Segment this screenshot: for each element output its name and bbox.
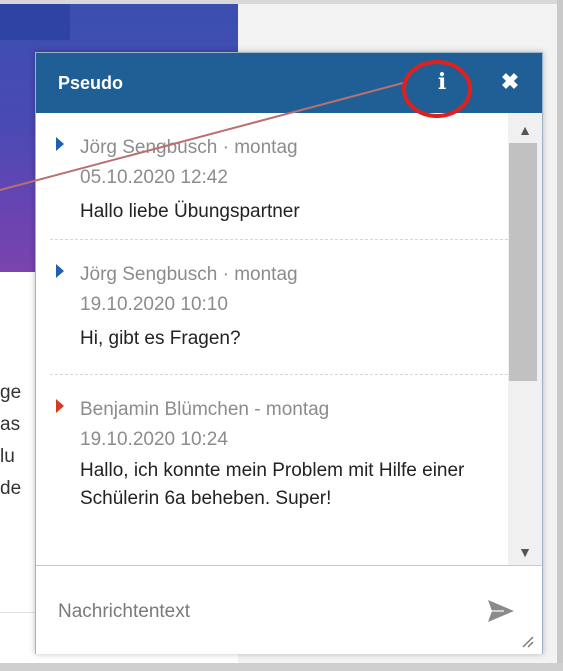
chat-window: Pseudo i ✖ Jörg Sengbusch · montag 05.10… bbox=[35, 52, 543, 654]
message-item: Benjamin Blümchen - montag 19.10.2020 10… bbox=[50, 375, 508, 565]
message-composer bbox=[36, 565, 542, 654]
scroll-down-icon[interactable]: ▼ bbox=[508, 539, 542, 565]
screenshot-border-right bbox=[557, 0, 563, 671]
resize-handle-icon[interactable] bbox=[520, 634, 534, 648]
screenshot-border-bottom bbox=[0, 663, 563, 671]
message-arrow-icon bbox=[56, 399, 64, 413]
message-author-line: Benjamin Blümchen - montag bbox=[80, 399, 330, 420]
message-meta: Jörg Sengbusch · montag 19.10.2020 10:10 bbox=[80, 260, 500, 320]
send-icon[interactable] bbox=[484, 594, 518, 628]
message-timestamp: 19.10.2020 10:24 bbox=[80, 429, 228, 450]
chat-header[interactable]: Pseudo i ✖ bbox=[36, 53, 542, 113]
message-item: Jörg Sengbusch · montag 19.10.2020 10:10… bbox=[50, 240, 508, 375]
message-text: Hallo, ich konnte mein Problem mit Hilfe… bbox=[80, 460, 465, 509]
scroll-up-icon[interactable]: ▲ bbox=[508, 117, 542, 143]
message-scrollbar[interactable]: ▲ ▼ bbox=[508, 113, 542, 565]
message-author-line: Jörg Sengbusch · montag bbox=[80, 137, 298, 158]
close-icon[interactable]: ✖ bbox=[498, 68, 522, 96]
background-text-fragment: ge bbox=[0, 382, 22, 403]
message-timestamp: 05.10.2020 12:42 bbox=[80, 167, 228, 188]
message-item: Jörg Sengbusch · montag 05.10.2020 12:42… bbox=[50, 113, 508, 240]
message-timestamp: 19.10.2020 10:10 bbox=[80, 294, 228, 315]
message-input[interactable] bbox=[56, 596, 460, 628]
message-arrow-icon bbox=[56, 264, 64, 278]
background-text-fragment: de bbox=[0, 478, 22, 499]
message-text: Hi, gibt es Fragen? bbox=[80, 328, 241, 349]
scrollbar-thumb[interactable] bbox=[509, 143, 537, 381]
message-author-line: Jörg Sengbusch · montag bbox=[80, 264, 298, 285]
chat-title: Pseudo bbox=[58, 73, 124, 93]
message-text: Hallo liebe Übungspartner bbox=[80, 201, 300, 222]
info-icon[interactable]: i bbox=[429, 68, 455, 96]
message-arrow-icon bbox=[56, 137, 64, 151]
message-list[interactable]: Jörg Sengbusch · montag 05.10.2020 12:42… bbox=[36, 113, 542, 565]
background-text-fragment: as bbox=[0, 414, 21, 435]
background-banner-tab bbox=[0, 0, 70, 40]
background-text-fragment: lu bbox=[0, 446, 15, 467]
screenshot-border-top bbox=[0, 0, 563, 4]
message-meta: Jörg Sengbusch · montag 05.10.2020 12:42 bbox=[80, 133, 500, 193]
message-meta: Benjamin Blümchen - montag 19.10.2020 10… bbox=[80, 395, 500, 455]
